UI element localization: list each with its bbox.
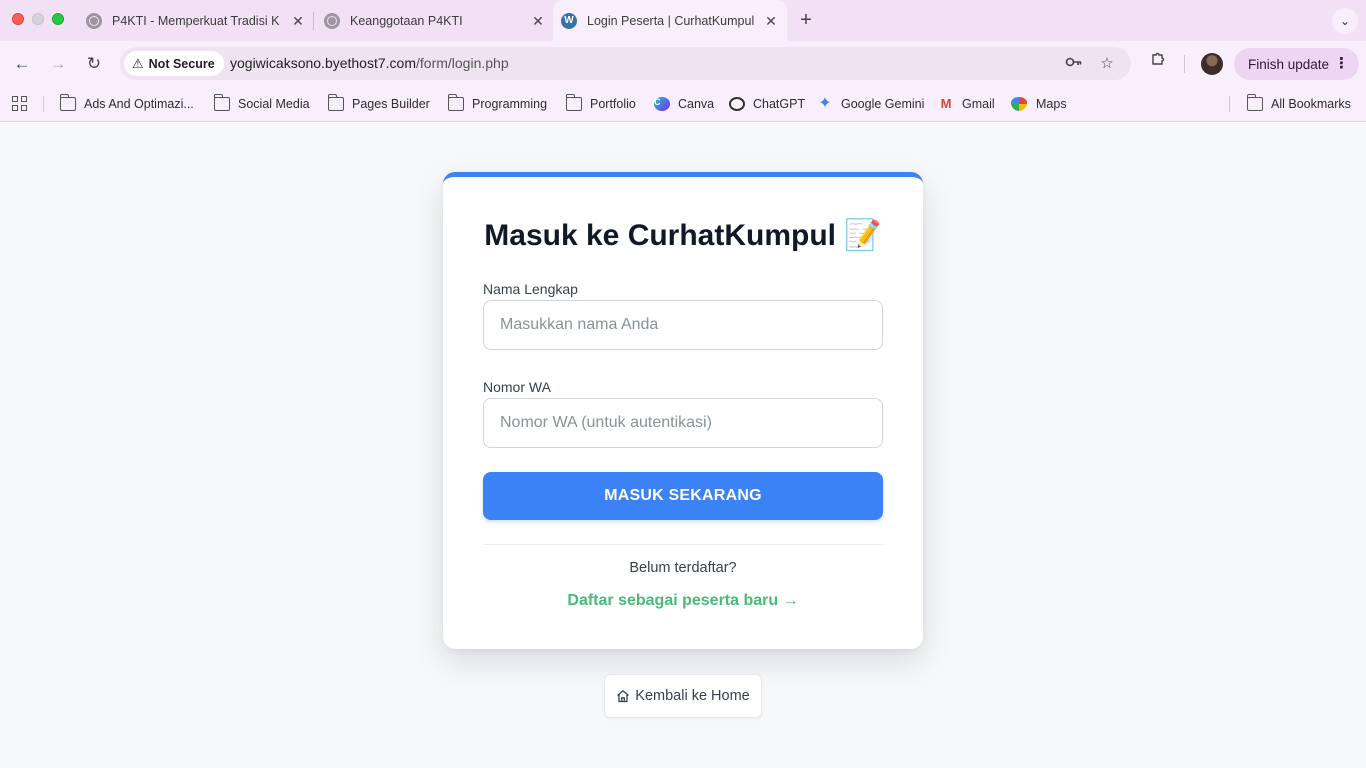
bookmark-pages-builder[interactable]: Pages Builder (327, 94, 430, 114)
bookmark-label: Canva (678, 97, 715, 111)
gmail-icon: M (940, 96, 952, 111)
bookmark-label: Social Media (238, 97, 310, 111)
tab-login-peserta[interactable]: W Login Peserta | CurhatKumpul ✕ (553, 0, 787, 41)
bookmark-label: Ads And Optimazi... (84, 97, 194, 111)
close-icon[interactable]: ✕ (290, 13, 306, 29)
folder-icon (447, 94, 464, 111)
browser-chrome: P4KTI - Memperkuat Tradisi K ✕ Keanggota… (0, 0, 1366, 122)
login-card: Masuk ke CurhatKumpul 📝 Nama Lengkap Nom… (443, 172, 923, 649)
bookmarks-separator (1229, 96, 1230, 112)
bookmark-social-media[interactable]: Social Media (213, 94, 310, 114)
url-path: /form/login.php (416, 55, 509, 71)
name-label: Nama Lengkap (483, 281, 578, 297)
forward-button[interactable]: → (45, 51, 71, 77)
tab-title: P4KTI - Memperkuat Tradisi K (112, 13, 280, 28)
wa-number-input[interactable] (483, 398, 883, 448)
finish-update-button[interactable]: Finish update ⋮ (1234, 48, 1359, 80)
canva-icon: C (654, 97, 670, 111)
maps-icon (1011, 97, 1027, 111)
warning-icon: ⚠ (132, 55, 144, 71)
minimize-window-button[interactable] (32, 13, 44, 25)
globe-icon (324, 12, 340, 29)
chevron-down-icon[interactable]: ⌄ (1332, 8, 1358, 34)
folder-icon (59, 94, 76, 111)
folder-icon (213, 94, 230, 111)
bookmark-canva[interactable]: C Canva (654, 94, 714, 114)
reload-button[interactable]: ↻ (81, 51, 107, 77)
extensions-icon[interactable] (1146, 51, 1170, 75)
globe-icon (86, 12, 102, 29)
tab-p4kti-home[interactable]: P4KTI - Memperkuat Tradisi K ✕ (86, 0, 306, 41)
close-icon[interactable]: ✕ (530, 13, 546, 29)
maximize-window-button[interactable] (52, 13, 64, 25)
bookmark-portfolio[interactable]: Portfolio (565, 94, 636, 114)
toolbar-separator (1184, 55, 1185, 73)
page-title: Masuk ke CurhatKumpul 📝 (484, 219, 882, 252)
bookmark-label: Maps (1036, 97, 1067, 111)
key-icon[interactable] (1063, 53, 1085, 75)
all-bookmarks-label: All Bookmarks (1271, 97, 1351, 111)
folder-icon (565, 94, 582, 111)
apps-grid-icon[interactable] (12, 96, 27, 111)
folder-icon (327, 94, 344, 111)
close-icon[interactable]: ✕ (763, 13, 779, 29)
all-bookmarks-button[interactable]: All Bookmarks (1246, 94, 1351, 114)
bookmarks-separator (43, 96, 44, 112)
close-window-button[interactable] (12, 13, 24, 25)
browser-toolbar: ← → ↻ ⚠ Not Secure yogiwicaksono.byethos… (0, 41, 1366, 86)
bookmark-programming[interactable]: Programming (447, 94, 548, 114)
name-input[interactable] (483, 300, 883, 350)
register-link[interactable]: Daftar sebagai peserta baru → (443, 592, 923, 610)
new-tab-button[interactable]: + (795, 9, 817, 31)
bookmark-label: ChatGPT (753, 97, 806, 111)
tab-title: Login Peserta | CurhatKumpul (587, 13, 755, 28)
bookmark-chatgpt[interactable]: ChatGPT (729, 94, 805, 114)
bookmark-label: Programming (472, 97, 548, 111)
tab-keanggotaan[interactable]: Keanggotaan P4KTI ✕ (324, 0, 546, 41)
divider (483, 544, 883, 545)
back-button[interactable]: ← (9, 51, 35, 77)
gemini-icon: ✦ (818, 95, 832, 112)
tab-title: Keanggotaan P4KTI (350, 13, 463, 28)
wordpress-icon: W (561, 12, 577, 29)
bookmark-label: Portfolio (590, 97, 636, 111)
chatgpt-icon (729, 97, 745, 111)
url-host: yogiwicaksono.byethost7.com (230, 55, 416, 71)
bookmark-label: Gmail (962, 97, 995, 111)
folder-icon (1246, 94, 1263, 111)
wa-label: Nomor WA (483, 379, 551, 395)
not-registered-text: Belum terdaftar? (629, 560, 737, 576)
security-chip[interactable]: ⚠ Not Secure (124, 51, 224, 76)
home-icon (617, 690, 630, 703)
bookmark-ads-and-optimazi[interactable]: Ads And Optimazi... (59, 94, 194, 114)
bookmarks-bar: Ads And Optimazi... Social Media Pages B… (0, 86, 1366, 121)
tab-strip: P4KTI - Memperkuat Tradisi K ✕ Keanggota… (0, 0, 1366, 41)
avatar[interactable] (1201, 53, 1223, 75)
security-label: Not Secure (148, 56, 215, 71)
bookmark-gmail[interactable]: M Gmail (938, 94, 995, 114)
bookmark-google-gemini[interactable]: ✦ Google Gemini (817, 94, 924, 114)
finish-update-label: Finish update (1248, 56, 1330, 72)
star-icon[interactable]: ☆ (1096, 53, 1118, 75)
more-icon: ⋮ (1334, 55, 1349, 72)
login-submit-button[interactable]: MASUK SEKARANG (483, 472, 883, 520)
bookmark-label: Google Gemini (841, 97, 925, 111)
bookmark-maps[interactable]: Maps (1011, 94, 1067, 114)
address-bar[interactable]: ⚠ Not Secure yogiwicaksono.byethost7.com… (120, 47, 1131, 80)
home-button-label: Kembali ke Home (635, 688, 750, 704)
back-to-home-button[interactable]: Kembali ke Home (604, 674, 762, 718)
url-text[interactable]: yogiwicaksono.byethost7.com/form/login.p… (230, 55, 509, 71)
bookmark-label: Pages Builder (352, 97, 430, 111)
tab-separator (313, 12, 314, 30)
